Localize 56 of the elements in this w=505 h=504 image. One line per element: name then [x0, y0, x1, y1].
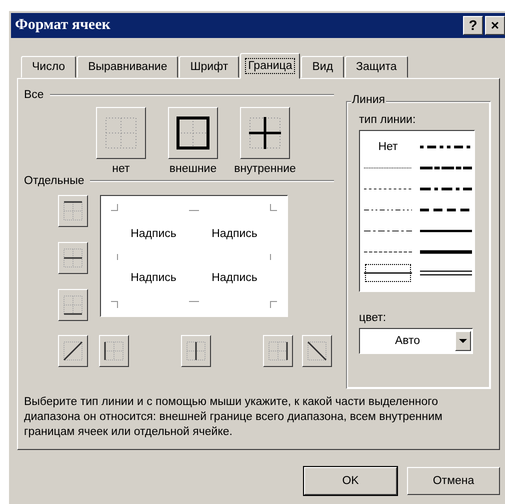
preset-button[interactable]	[96, 107, 146, 159]
border-button[interactable]	[263, 335, 293, 367]
cancel-button[interactable]: Отмена	[407, 467, 500, 495]
line-style-option[interactable]: Нет	[364, 137, 412, 157]
sample-text: Надпись	[212, 228, 258, 240]
line-sample-icon	[420, 269, 472, 277]
preset-label: внутренние	[234, 163, 296, 175]
description-text: Выберите тип линии и с помощью мыши укажите, к какой части выделенного диапазона он относится: внешней границе всего диапазона, всем внутренним границам ячеек или отдельной ячейке.	[24, 395, 444, 440]
color-dropdown[interactable]: Авто	[359, 328, 473, 354]
color-label: цвет:	[359, 312, 388, 324]
border-icon	[61, 199, 85, 223]
outline-border-icon	[174, 114, 212, 152]
ok-button[interactable]: OK	[304, 467, 397, 495]
tab[interactable]: Граница	[240, 53, 300, 79]
border-button[interactable]	[181, 335, 211, 367]
tab[interactable]: Шрифт	[179, 56, 240, 78]
border-button[interactable]	[58, 195, 88, 227]
sample-text: Надпись	[130, 272, 176, 284]
border-button[interactable]	[58, 335, 88, 367]
group-label: Линия	[351, 94, 386, 106]
sample-text: Надпись	[212, 272, 258, 284]
preset-label: нет	[112, 163, 130, 175]
preset-button[interactable]	[240, 107, 290, 159]
line-style-option[interactable]	[364, 263, 412, 283]
window-title: Формат ячеек	[15, 17, 110, 34]
border-button[interactable]	[58, 242, 88, 274]
inside-border-icon	[246, 114, 284, 152]
line-sample-icon	[420, 206, 472, 214]
preset-label: внешние	[169, 163, 217, 175]
border-icon	[61, 293, 85, 317]
border-icon	[266, 339, 290, 363]
border-button[interactable]	[58, 289, 88, 321]
border-icon	[61, 246, 85, 270]
border-icon	[184, 339, 208, 363]
tab[interactable]: Защита	[345, 56, 408, 78]
line-sample-icon	[420, 248, 472, 256]
group-label: Отдельные	[24, 175, 84, 187]
border-icon	[102, 339, 126, 363]
border-preview[interactable]: Надпись Надпись Надпись Надпись	[100, 195, 288, 317]
line-style-label: тип линии:	[359, 114, 417, 126]
border-button[interactable]	[302, 335, 332, 367]
tab[interactable]: Вид	[301, 56, 344, 78]
border-icon	[305, 339, 329, 363]
line-sample-icon	[420, 164, 472, 172]
border-button[interactable]	[99, 335, 129, 367]
preset-button[interactable]	[168, 107, 218, 159]
help-button[interactable]: ?	[463, 16, 483, 35]
line-sample-icon	[420, 185, 472, 193]
line-sample-icon	[420, 143, 472, 151]
border-icon	[61, 339, 85, 363]
close-button[interactable]: ×	[485, 16, 505, 35]
tab[interactable]: Выравнивание	[77, 56, 178, 78]
tab[interactable]: Число	[21, 56, 76, 78]
sample-text: Надпись	[130, 228, 176, 240]
line-sample-icon	[420, 227, 472, 235]
group-label: Все	[24, 89, 44, 101]
